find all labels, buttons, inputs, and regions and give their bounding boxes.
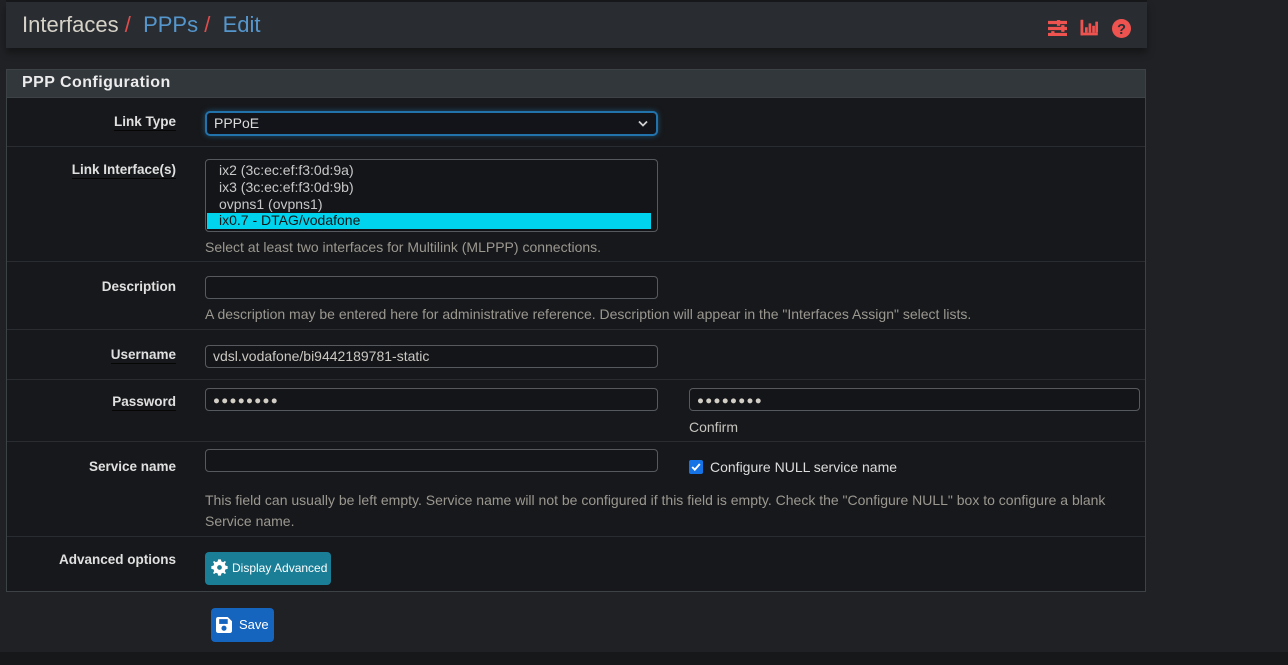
svg-text:?: ? <box>1117 22 1126 38</box>
